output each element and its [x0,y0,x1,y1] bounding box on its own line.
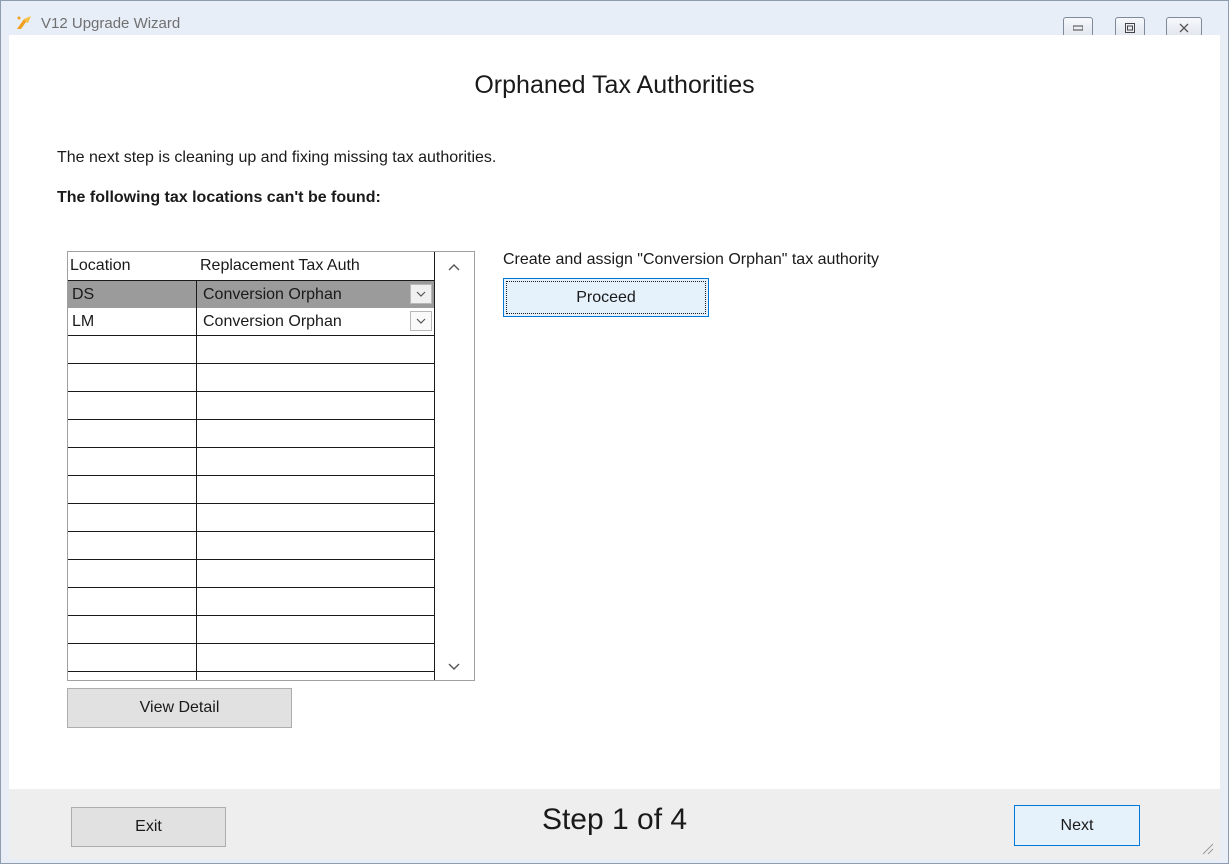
replacement-value: Conversion Orphan [203,313,342,330]
empty-row[interactable] [68,420,443,448]
view-detail-button[interactable]: View Detail [67,688,292,728]
chevron-down-icon[interactable] [447,662,461,672]
cell-replacement[interactable]: Conversion Orphan [196,281,436,308]
window-title: V12 Upgrade Wizard [41,15,181,32]
restore-icon [1125,23,1135,33]
page-title: Orphaned Tax Authorities [474,71,755,99]
empty-row[interactable] [68,336,443,364]
column-header-replacement[interactable]: Replacement Tax Auth [200,257,360,275]
create-orphan-label: Create and assign "Conversion Orphan" ta… [503,251,880,268]
chevron-down-icon [416,291,426,297]
replacement-dropdown-button[interactable] [410,284,432,304]
empty-row[interactable] [68,448,443,476]
title-bar: V12 Upgrade Wizard [1,1,1228,39]
column-header-location[interactable]: Location [70,257,131,275]
empty-row[interactable] [68,364,443,392]
wizard-footer: Exit Step 1 of 4 Next [9,789,1220,859]
wizard-window: V12 Upgrade Wizard Orphaned Tax Authorit… [0,0,1229,864]
cell-replacement[interactable]: Conversion Orphan [196,308,436,335]
replacement-dropdown-button[interactable] [410,311,432,331]
intro-text: The next step is cleaning up and fixing … [57,149,497,166]
empty-row[interactable] [68,476,443,504]
empty-row[interactable] [68,532,443,560]
proceed-button[interactable]: Proceed [503,278,709,317]
replacement-value: Conversion Orphan [203,286,342,303]
wizard-icon [17,16,31,29]
section-heading: The following tax locations can't be fou… [57,189,381,206]
tax-locations-grid[interactable]: Location Replacement Tax Auth DS Convers… [67,251,475,681]
empty-row[interactable] [68,504,443,532]
table-row[interactable]: LM Conversion Orphan [68,308,443,336]
cell-location[interactable]: LM [68,308,196,335]
next-button[interactable]: Next [1014,805,1140,846]
chevron-down-icon [416,318,426,324]
grid-vertical-scrollbar[interactable] [434,252,474,680]
grid-header: Location Replacement Tax Auth [68,252,443,280]
minimize-icon [1073,25,1083,31]
empty-row[interactable] [68,560,443,588]
cell-location[interactable]: DS [68,281,196,308]
empty-row[interactable] [68,616,443,644]
empty-row[interactable] [68,392,443,420]
empty-row[interactable] [68,644,443,672]
table-row[interactable]: DS Conversion Orphan [68,280,443,308]
empty-row[interactable] [68,588,443,616]
column-divider [196,308,197,680]
content-panel: Orphaned Tax Authorities The next step i… [9,35,1220,789]
resize-grip-icon[interactable] [1200,841,1214,855]
close-icon [1179,23,1189,33]
chevron-up-icon[interactable] [447,262,461,272]
